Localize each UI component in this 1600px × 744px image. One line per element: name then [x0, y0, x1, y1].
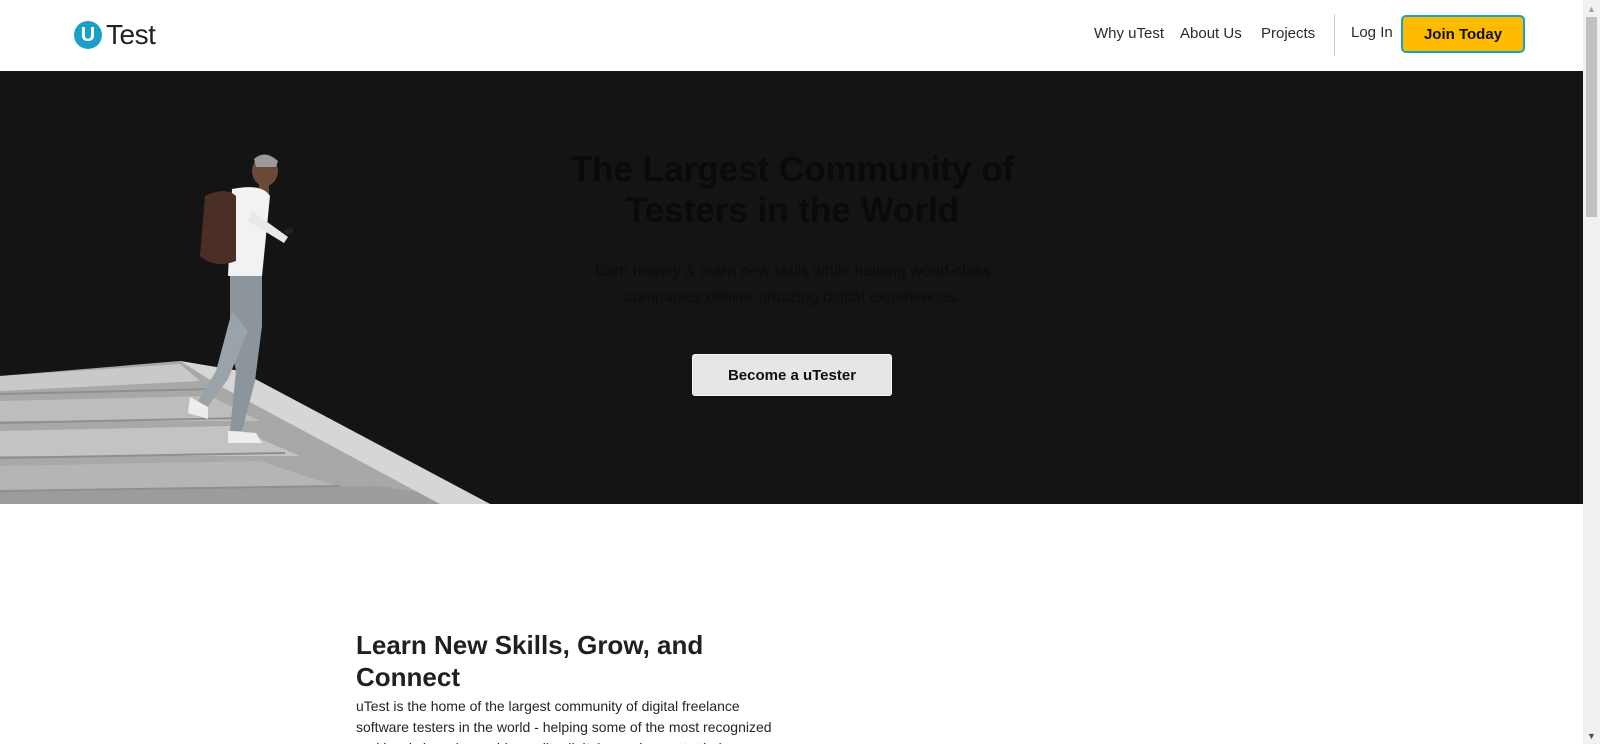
- join-today-button[interactable]: Join Today: [1401, 15, 1525, 53]
- chevron-down-icon[interactable]: ▼: [1583, 727, 1600, 744]
- become-utester-button[interactable]: Become a uTester: [692, 354, 892, 396]
- section-body: uTest is the home of the largest communi…: [356, 698, 772, 744]
- nav-why-utest[interactable]: Why uTest: [1094, 25, 1164, 42]
- hero-title: The Largest Community of Testers in the …: [570, 150, 1015, 230]
- hero-image: [0, 154, 490, 504]
- logo-text: Test: [106, 19, 156, 50]
- nav-divider: [1334, 14, 1335, 56]
- login-link[interactable]: Log In: [1351, 24, 1393, 41]
- nav-about-us[interactable]: About Us: [1180, 25, 1242, 42]
- logo-badge: U: [74, 21, 102, 49]
- hero-subtitle: Earn money & learn new skills while help…: [594, 263, 991, 306]
- page: U Test Why uTest About Us Projects Log I…: [0, 0, 1583, 744]
- utest-logo[interactable]: U Test: [74, 19, 156, 50]
- vertical-scrollbar[interactable]: ▲ ▼: [1583, 0, 1600, 744]
- site-header: U Test Why uTest About Us Projects Log I…: [0, 0, 1583, 71]
- section-heading: Learn New Skills, Grow, and Connect: [356, 629, 704, 692]
- nav-projects[interactable]: Projects: [1261, 25, 1315, 42]
- hero-section: The Largest Community of Testers in the …: [0, 71, 1583, 504]
- scroll-thumb[interactable]: [1586, 17, 1597, 217]
- chevron-up-icon[interactable]: ▲: [1583, 0, 1600, 17]
